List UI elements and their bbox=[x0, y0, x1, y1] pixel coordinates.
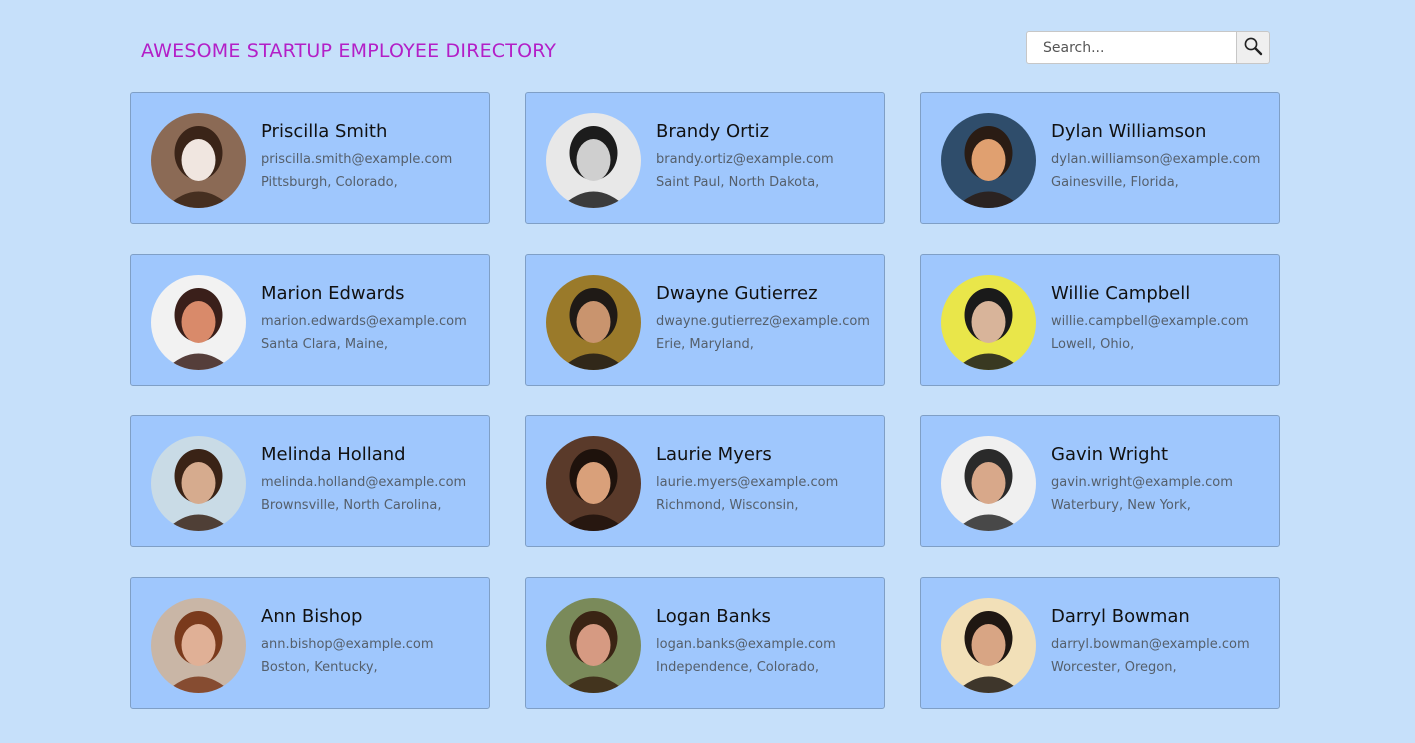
employee-avatar bbox=[941, 598, 1036, 693]
employee-avatar bbox=[151, 113, 246, 208]
employee-email: laurie.myers@example.com bbox=[656, 475, 839, 490]
employee-location: Gainesville, Florida, bbox=[1051, 175, 1179, 190]
employee-name: Dwayne Gutierrez bbox=[656, 283, 818, 304]
employee-avatar bbox=[941, 275, 1036, 370]
employee-location: Boston, Kentucky, bbox=[261, 660, 378, 675]
employee-name: Melinda Holland bbox=[261, 444, 406, 465]
employee-card[interactable]: Melinda Holland melinda.holland@example.c… bbox=[130, 415, 490, 547]
employee-card[interactable]: Laurie Myers laurie.myers@example.com Rich… bbox=[525, 415, 885, 547]
employee-card[interactable]: Marion Edwards marion.edwards@example.com… bbox=[130, 254, 490, 386]
employee-avatar bbox=[546, 275, 641, 370]
employee-name: Priscilla Smith bbox=[261, 121, 388, 142]
employee-avatar bbox=[546, 113, 641, 208]
employee-email: willie.campbell@example.com bbox=[1051, 314, 1249, 329]
employee-email: gavin.wright@example.com bbox=[1051, 475, 1233, 490]
employee-location: Worcester, Oregon, bbox=[1051, 660, 1177, 675]
employee-location: Independence, Colorado, bbox=[656, 660, 819, 675]
employee-location: Pittsburgh, Colorado, bbox=[261, 175, 398, 190]
employee-email: melinda.holland@example.com bbox=[261, 475, 467, 490]
search-button[interactable] bbox=[1236, 31, 1270, 64]
employee-name: Darryl Bowman bbox=[1051, 606, 1190, 627]
employee-email: priscilla.smith@example.com bbox=[261, 152, 453, 167]
search-icon bbox=[1243, 36, 1263, 59]
employee-card[interactable]: Gavin Wright gavin.wright@example.com Wate… bbox=[920, 415, 1280, 547]
employee-name: Brandy Ortiz bbox=[656, 121, 770, 142]
employee-card[interactable]: Darryl Bowman darryl.bowman@example.com Wo… bbox=[920, 577, 1280, 709]
employee-directory-page: AWESOME STARTUP EMPLOYEE DIRECTORY Prisc… bbox=[0, 0, 1415, 743]
employee-avatar bbox=[941, 113, 1036, 208]
employee-location: Santa Clara, Maine, bbox=[261, 337, 389, 352]
search-input[interactable] bbox=[1026, 31, 1236, 64]
employee-card[interactable]: Dwayne Gutierrez dwayne.gutierrez@example… bbox=[525, 254, 885, 386]
employee-email: dylan.williamson@example.com bbox=[1051, 152, 1261, 167]
employee-name: Ann Bishop bbox=[261, 606, 363, 627]
employee-email: dwayne.gutierrez@example.com bbox=[656, 314, 870, 329]
employee-avatar bbox=[941, 436, 1036, 531]
search-form bbox=[1026, 31, 1270, 64]
employee-email: ann.bishop@example.com bbox=[261, 637, 434, 652]
employee-avatar bbox=[151, 598, 246, 693]
employee-location: Lowell, Ohio, bbox=[1051, 337, 1135, 352]
employee-name: Marion Edwards bbox=[261, 283, 405, 304]
employee-location: Richmond, Wisconsin, bbox=[656, 498, 799, 513]
employee-card[interactable]: Dylan Williamson dylan.williamson@example… bbox=[920, 92, 1280, 224]
employee-name: Willie Campbell bbox=[1051, 283, 1191, 304]
employee-name: Logan Banks bbox=[656, 606, 771, 627]
employee-avatar bbox=[151, 275, 246, 370]
employee-email: brandy.ortiz@example.com bbox=[656, 152, 834, 167]
employee-name: Dylan Williamson bbox=[1051, 121, 1207, 142]
employee-avatar bbox=[151, 436, 246, 531]
employee-card[interactable]: Priscilla Smith priscilla.smith@example.c… bbox=[130, 92, 490, 224]
employee-card[interactable]: Brandy Ortiz brandy.ortiz@example.com Sain… bbox=[525, 92, 885, 224]
employee-card[interactable]: Ann Bishop ann.bishop@example.com Boston, … bbox=[130, 577, 490, 709]
employee-avatar bbox=[546, 598, 641, 693]
employee-name: Gavin Wright bbox=[1051, 444, 1169, 465]
employee-location: Erie, Maryland, bbox=[656, 337, 754, 352]
employee-name: Laurie Myers bbox=[656, 444, 772, 465]
employee-location: Waterbury, New York, bbox=[1051, 498, 1191, 513]
employee-email: marion.edwards@example.com bbox=[261, 314, 467, 329]
employee-email: darryl.bowman@example.com bbox=[1051, 637, 1250, 652]
page-title: AWESOME STARTUP EMPLOYEE DIRECTORY bbox=[141, 40, 557, 62]
employee-email: logan.banks@example.com bbox=[656, 637, 836, 652]
employee-location: Brownsville, North Carolina, bbox=[261, 498, 442, 513]
employee-card[interactable]: Willie Campbell willie.campbell@example.c… bbox=[920, 254, 1280, 386]
employee-location: Saint Paul, North Dakota, bbox=[656, 175, 820, 190]
employee-card[interactable]: Logan Banks logan.banks@example.com Indepe… bbox=[525, 577, 885, 709]
employee-avatar bbox=[546, 436, 641, 531]
